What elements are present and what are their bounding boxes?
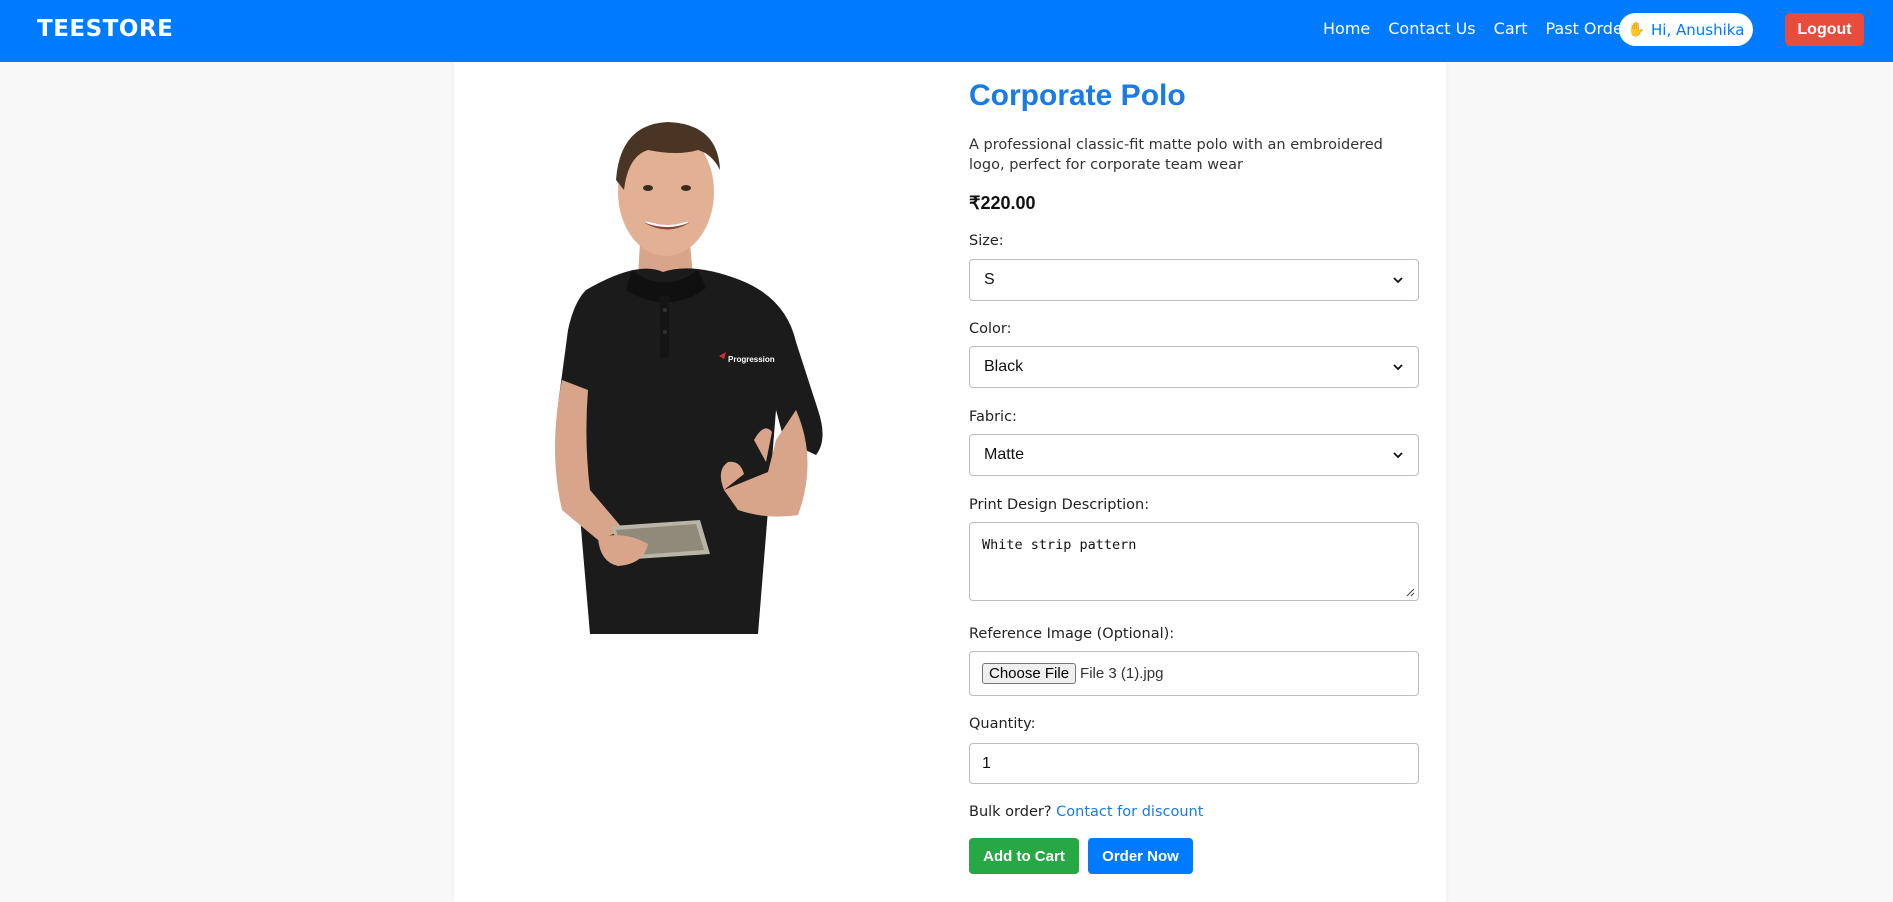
contact-discount-link[interactable]: Contact for discount — [1056, 804, 1203, 820]
quantity-input[interactable]: 1 — [969, 743, 1419, 784]
product-title: Corporate Polo — [969, 79, 1186, 112]
greeting-text: Hi, Anushika — [1651, 20, 1745, 39]
print-design-textarea[interactable]: White strip pattern — [969, 522, 1419, 601]
color-select[interactable]: Black — [969, 346, 1419, 388]
reference-image-input: Choose File File 3 (1).jpg — [969, 651, 1419, 696]
fabric-label: Fabric: — [969, 409, 1017, 425]
selected-file-name: File 3 (1).jpg — [1080, 665, 1164, 682]
top-navbar: TEESTORE Home Contact Us Cart Past Order… — [0, 0, 1893, 62]
chevron-down-icon — [1393, 277, 1403, 284]
logout-button[interactable]: Logout — [1785, 13, 1864, 46]
svg-text:Progression: Progression — [728, 355, 775, 364]
quantity-value: 1 — [982, 754, 991, 772]
nav-link-cart[interactable]: Cart — [1494, 19, 1528, 38]
bulk-order-text: Bulk order? — [969, 804, 1057, 820]
bulk-order-note: Bulk order? Contact for discount — [969, 804, 1203, 820]
quantity-label: Quantity: — [969, 716, 1036, 732]
reference-image-label: Reference Image (Optional): — [969, 626, 1175, 642]
waving-hand-icon: ✋ — [1627, 21, 1646, 38]
choose-file-button[interactable]: Choose File — [982, 663, 1077, 684]
print-design-label: Print Design Description: — [969, 497, 1150, 513]
product-price: ₹220.00 — [969, 193, 1036, 213]
add-to-cart-button[interactable]: Add to Cart — [969, 838, 1079, 874]
user-greeting-badge[interactable]: ✋ Hi, Anushika — [1619, 13, 1753, 46]
nav-links: Home Contact Us Cart Past Orders — [1323, 19, 1656, 38]
nav-link-home[interactable]: Home — [1323, 19, 1370, 38]
brand-logo[interactable]: TEESTORE — [37, 16, 173, 42]
nav-link-contact-us[interactable]: Contact Us — [1388, 19, 1475, 38]
size-label: Size: — [969, 233, 1004, 249]
resize-handle-icon[interactable] — [1406, 588, 1415, 597]
order-now-button[interactable]: Order Now — [1088, 838, 1193, 874]
print-design-value: White strip pattern — [982, 537, 1137, 553]
product-description: A professional classic-fit matte polo wi… — [969, 137, 1383, 173]
color-select-value: Black — [984, 358, 1024, 375]
chevron-down-icon — [1393, 452, 1403, 459]
size-select-value: S — [984, 271, 995, 288]
fabric-select-value: Matte — [984, 446, 1025, 463]
fabric-select[interactable]: Matte — [969, 434, 1419, 476]
color-label: Color: — [969, 321, 1012, 337]
product-image: Progression — [555, 122, 823, 634]
chevron-down-icon — [1393, 364, 1403, 371]
size-select[interactable]: S — [969, 259, 1419, 301]
